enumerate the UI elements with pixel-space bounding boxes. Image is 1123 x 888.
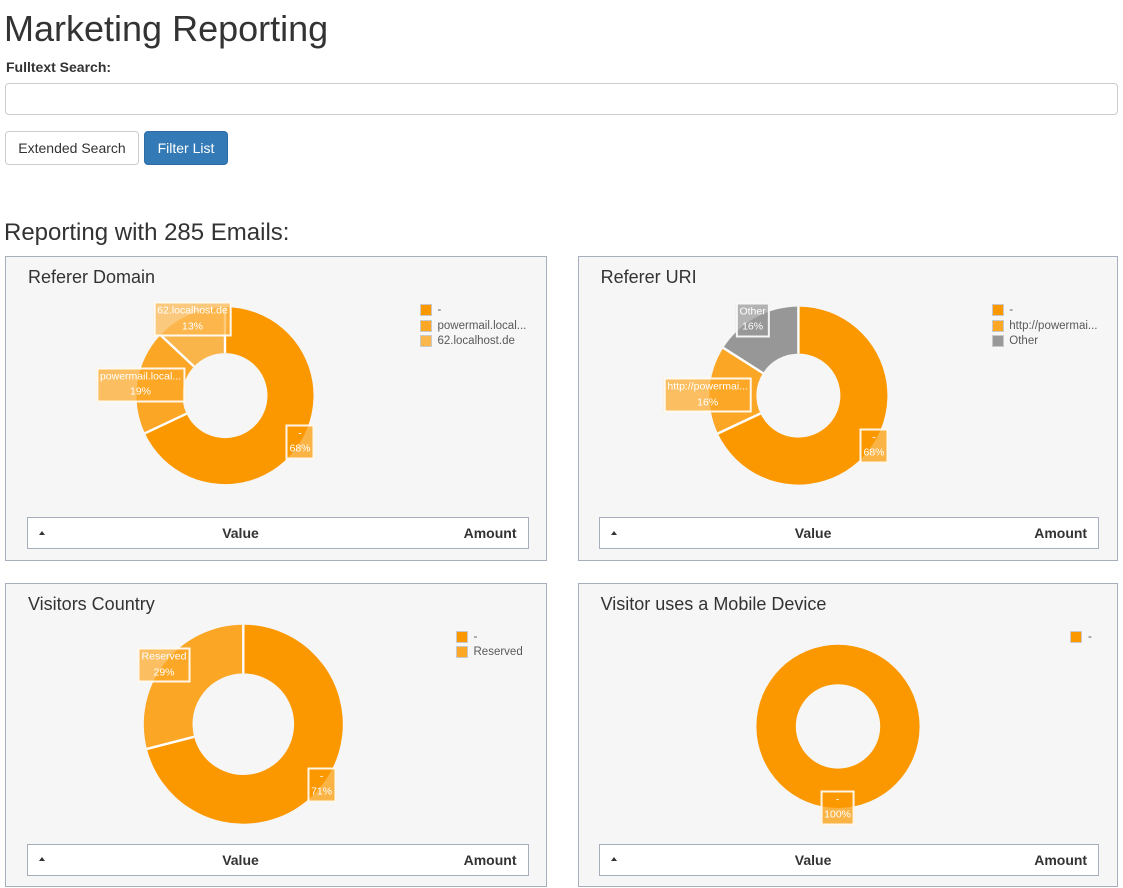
legend-label: - (1088, 631, 1092, 643)
slice-label-text: - (824, 792, 851, 808)
column-header-value: Value (222, 518, 259, 549)
slice-label-blank: -71% (307, 767, 336, 802)
panel-visitors-country: Visitors Country-71%Reserved29%-Reserved… (5, 583, 547, 888)
legend-swatch-icon (992, 320, 1004, 332)
fulltext-search-label: Fulltext Search: (6, 58, 111, 76)
legend-swatch-icon (420, 335, 432, 347)
legend-label: Reserved (474, 646, 523, 658)
column-header-value: Value (795, 518, 832, 549)
table-header: Value Amount (27, 844, 529, 876)
sort-caret-up-icon[interactable] (611, 857, 617, 861)
slice-label-pct: 71% (311, 785, 332, 801)
slice-label-pct: 19% (100, 385, 181, 401)
donut-slice-reserved[interactable] (144, 624, 244, 748)
legend-item-http-powermai[interactable]: http://powermai... (992, 320, 1098, 332)
slice-label-text: http://powermai... (667, 380, 748, 396)
legend-item-reserved[interactable]: Reserved (456, 646, 523, 658)
column-header-amount: Amount (464, 845, 517, 876)
column-header-amount: Amount (1034, 518, 1087, 549)
slice-label-pct: 29% (142, 665, 187, 681)
slice-label-other: Other16% (735, 302, 769, 337)
legend-swatch-icon (456, 631, 468, 643)
slice-label-pct: 100% (824, 808, 851, 824)
legend-swatch-icon (420, 304, 432, 316)
legend-label: 62.localhost.de (438, 335, 515, 347)
slice-label-pct: 68% (863, 446, 884, 462)
slice-label-pct: 13% (157, 319, 228, 335)
sort-caret-up-icon[interactable] (39, 531, 45, 535)
legend-item-blank[interactable]: - (1070, 631, 1091, 643)
legend-swatch-icon (420, 320, 432, 332)
slice-label-text: Other (739, 304, 765, 320)
column-header-value: Value (795, 845, 832, 876)
slice-label-blank: -68% (859, 428, 888, 463)
slice-label-powermail-local: powermail.local...19% (96, 367, 185, 402)
chart-legend: - powermail.local... 62.localhost.de (420, 304, 526, 350)
legend-label: - (474, 631, 478, 643)
legend-item-blank[interactable]: - (420, 304, 526, 316)
legend-label: powermail.local... (438, 320, 527, 332)
chart-legend: - http://powermai... Other (992, 304, 1098, 350)
legend-label: - (438, 304, 442, 316)
slice-label-text: - (863, 430, 884, 446)
legend-label: Other (1009, 335, 1038, 347)
column-header-amount: Amount (464, 518, 517, 549)
slice-label-text: - (289, 426, 310, 442)
slice-label-text: Reserved (142, 650, 187, 666)
table-header: Value Amount (599, 844, 1099, 876)
donut-chart-referer-domain (6, 257, 548, 562)
page-title: Marketing Reporting (4, 11, 328, 47)
donut-slice-blank[interactable] (756, 644, 919, 807)
filter-list-button[interactable]: Filter List (144, 131, 228, 165)
chart-legend: - (1070, 631, 1091, 646)
slice-label-http-powermai: http://powermai...16% (663, 378, 752, 413)
slice-label-blank: -68% (285, 424, 314, 459)
slice-label-text: - (311, 769, 332, 785)
slice-label-text: powermail.local... (100, 369, 181, 385)
slice-label-pct: 16% (667, 395, 748, 411)
legend-swatch-icon (992, 304, 1004, 316)
slice-label-reserved: Reserved29% (138, 648, 191, 683)
panel-referer-domain: Referer Domain-68%powermail.local...19%6… (5, 256, 547, 561)
table-header: Value Amount (599, 517, 1099, 549)
legend-label: http://powermai... (1009, 320, 1097, 332)
slice-label-blank: -100% (820, 790, 855, 825)
legend-item-blank[interactable]: - (992, 304, 1098, 316)
slice-label-pct: 68% (289, 442, 310, 458)
legend-swatch-icon (456, 646, 468, 658)
column-header-amount: Amount (1034, 845, 1087, 876)
slice-label-62-localhost-de: 62.localhost.de13% (153, 302, 232, 337)
legend-swatch-icon (1070, 631, 1082, 643)
panel-referer-uri: Referer URI-68%http://powermai...16%Othe… (578, 256, 1118, 561)
legend-item-62-localhost-de[interactable]: 62.localhost.de (420, 335, 526, 347)
legend-swatch-icon (992, 335, 1004, 347)
legend-label: - (1009, 304, 1013, 316)
sort-caret-up-icon[interactable] (39, 857, 45, 861)
slice-label-text: 62.localhost.de (157, 304, 228, 320)
legend-item-blank[interactable]: - (456, 631, 523, 643)
donut-chart-visitor-uses-a-mobile-device (579, 584, 1119, 888)
slice-label-pct: 16% (739, 320, 765, 336)
reporting-heading: Reporting with 285 Emails: (4, 220, 289, 246)
table-header: Value Amount (27, 517, 529, 549)
donut-chart-referer-uri (579, 257, 1119, 562)
fulltext-search-input[interactable] (5, 83, 1118, 115)
donut-chart-visitors-country (6, 584, 548, 888)
column-header-value: Value (222, 845, 259, 876)
legend-item-powermail-local[interactable]: powermail.local... (420, 320, 526, 332)
extended-search-button[interactable]: Extended Search (5, 131, 139, 165)
chart-legend: - Reserved (456, 631, 523, 662)
panel-visitor-uses-a-mobile-device: Visitor uses a Mobile Device-100%-ValueA… (578, 583, 1118, 888)
sort-caret-up-icon[interactable] (611, 531, 617, 535)
legend-item-other[interactable]: Other (992, 335, 1098, 347)
